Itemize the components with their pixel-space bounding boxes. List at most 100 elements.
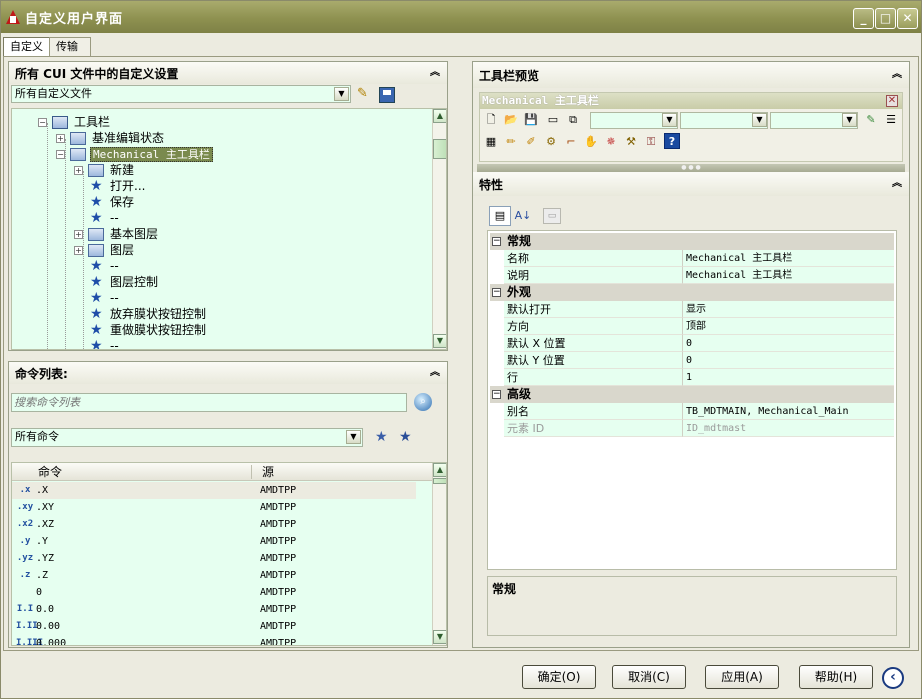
save-icon[interactable]: 💾 — [522, 111, 540, 128]
collapse-icon[interactable]: ︽ — [429, 67, 441, 79]
command-list-header[interactable]: 命令列表: ︽ — [9, 362, 447, 384]
sun-icon[interactable]: ✵ — [602, 133, 620, 150]
close-button[interactable]: ✕ — [897, 8, 918, 29]
redo-control-combo[interactable]: ▼ — [770, 112, 858, 129]
scroll-thumb[interactable] — [433, 478, 446, 484]
command-search-input[interactable] — [11, 393, 407, 412]
title-bar[interactable]: 自定义用户界面 _ □ ✕ — [1, 1, 921, 33]
calculator-icon[interactable]: ▦ — [482, 133, 500, 150]
expand-node-icon[interactable]: + — [74, 166, 83, 175]
lock-icon[interactable]: ⚿ — [642, 133, 660, 150]
new-command-icon[interactable]: ★ — [375, 430, 388, 444]
property-row-rows[interactable]: 行1 — [490, 369, 894, 386]
property-row-default-y[interactable]: 默认 Y 位置 0 — [490, 352, 894, 369]
table-row[interactable]: .yz .YZ AMDTPP — [12, 550, 416, 567]
toolbar-preview-header[interactable]: 工具栏预览 ︽ — [473, 62, 909, 88]
alphabetical-sort-icon[interactable]: A↓ — [513, 206, 533, 226]
property-row-orientation[interactable]: 方向 顶部 — [490, 318, 894, 335]
column-header-command[interactable]: 命令 — [38, 463, 62, 481]
expand-node-icon[interactable]: + — [56, 134, 65, 143]
collapse-node-icon[interactable]: − — [492, 237, 501, 246]
categorized-icon[interactable]: ▤ — [489, 206, 511, 226]
table-row[interactable]: I.II 0.00 AMDTPP — [12, 618, 416, 635]
collapse-icon[interactable]: ︽ — [891, 69, 903, 81]
command-search-field[interactable] — [12, 394, 406, 411]
table-row[interactable]: I.III 0.000 AMDTPP — [12, 635, 416, 645]
tab-customize[interactable]: 自定义 — [3, 37, 50, 58]
new-file-icon[interactable]: 🗋 — [482, 111, 500, 128]
window-icon[interactable]: ▭ — [544, 111, 562, 128]
expand-node-icon[interactable]: + — [74, 230, 83, 239]
properties-header[interactable]: 特性 ︽ — [473, 172, 909, 196]
scroll-up-icon[interactable]: ▲ — [433, 463, 446, 477]
undo-control-combo[interactable]: ▼ — [680, 112, 768, 129]
collapse-icon[interactable]: ︽ — [891, 178, 903, 190]
chevron-down-icon[interactable]: ▼ — [334, 87, 349, 101]
table-row[interactable]: .xy .XY AMDTPP — [12, 499, 416, 516]
property-row-aliases[interactable]: 别名 TB_MDTMAIN, Mechanical_Main — [490, 403, 894, 420]
close-icon[interactable]: ✕ — [886, 95, 898, 107]
table-row[interactable]: .x2 .XZ AMDTPP — [12, 516, 416, 533]
match-properties-icon[interactable]: ✎ — [862, 111, 880, 128]
apply-button[interactable]: 应用(A) — [705, 665, 779, 689]
pencil-icon[interactable]: ✏ — [502, 133, 520, 150]
column-header-source[interactable]: 源 — [262, 463, 274, 481]
scroll-thumb[interactable] — [433, 139, 446, 159]
tree-scrollbar[interactable]: ▲ ▼ — [432, 109, 446, 349]
tab-transfer[interactable]: 传输 — [49, 37, 91, 57]
open-folder-icon[interactable]: 📂 — [502, 111, 520, 128]
collapse-left-icon[interactable]: ‹ — [882, 667, 904, 689]
collapse-node-icon[interactable]: − — [492, 288, 501, 297]
scroll-down-icon[interactable]: ▼ — [433, 334, 446, 348]
chevron-down-icon[interactable]: ▼ — [752, 113, 767, 127]
property-row-default-x[interactable]: 默认 X 位置 0 — [490, 335, 894, 352]
command-filter-combo[interactable]: 所有命令 ▼ — [11, 428, 363, 447]
category-general[interactable]: − 常规 — [490, 233, 894, 250]
expand-node-icon[interactable]: + — [74, 246, 83, 255]
minimize-button[interactable]: _ — [853, 8, 874, 29]
new-command-icon[interactable]: ★ — [399, 430, 412, 444]
category-appearance[interactable]: − 外观 — [490, 284, 894, 301]
collapse-node-icon[interactable]: − — [492, 390, 501, 399]
splitter-grip[interactable]: ● ● ● — [477, 164, 905, 172]
category-advanced[interactable]: − 高级 — [490, 386, 894, 403]
pencil-edit-icon[interactable]: ✐ — [522, 133, 540, 150]
command-list-scrollbar[interactable]: ▲ ▼ — [432, 463, 446, 645]
cui-panel-header[interactable]: 所有 CUI 文件中的自定义设置 ︽ — [9, 62, 447, 84]
collapse-node-icon[interactable]: − — [56, 150, 65, 159]
property-row-default-display[interactable]: 默认打开 显示 — [490, 301, 894, 318]
property-pages-icon[interactable]: ▭ — [543, 208, 561, 224]
layer-icon[interactable]: ⧉ — [564, 111, 582, 128]
command-list-panel: 命令列表: ︽ ⌕ 所有命令 ▼ ★ ★ 命令 源 .x — [8, 361, 448, 648]
ok-button[interactable]: 确定(O) — [522, 665, 596, 689]
brush-icon[interactable]: ⚒ — [622, 133, 640, 150]
scroll-down-icon[interactable]: ▼ — [433, 630, 446, 644]
table-row[interactable]: .x .X AMDTPP — [12, 482, 416, 499]
table-row[interactable]: .z .Z AMDTPP — [12, 567, 416, 584]
chevron-down-icon[interactable]: ▼ — [842, 113, 857, 127]
help-icon[interactable]: ? — [664, 133, 680, 149]
transform-icon[interactable]: ⚙ — [542, 133, 560, 150]
maximize-button[interactable]: □ — [875, 8, 896, 29]
layer-control-combo[interactable]: ▼ — [590, 112, 678, 129]
table-row[interactable]: I.I 0.0 AMDTPP — [12, 601, 416, 618]
collapse-node-icon[interactable]: − — [38, 118, 47, 127]
dimension-icon[interactable]: ⌐ — [562, 133, 580, 150]
table-row[interactable]: 0 AMDTPP — [12, 584, 416, 601]
pan-icon[interactable]: ✋ — [582, 133, 600, 150]
property-row-description[interactable]: 说明 Mechanical 主工具栏 — [490, 267, 894, 284]
chevron-down-icon[interactable]: ▼ — [662, 113, 677, 127]
list-icon[interactable]: ☰ — [882, 111, 900, 128]
property-row-element-id[interactable]: 元素 ID ID_mdtmast — [490, 420, 894, 437]
search-icon[interactable]: ⌕ — [414, 393, 432, 411]
help-button[interactable]: 帮助(H) — [799, 665, 873, 689]
table-row[interactable]: .y .Y AMDTPP — [12, 533, 416, 550]
customization-file-combo[interactable]: 所有自定义文件 ▼ — [11, 85, 351, 103]
chevron-down-icon[interactable]: ▼ — [346, 430, 361, 444]
property-row-name[interactable]: 名称 Mechanical 主工具栏 — [490, 250, 894, 267]
cancel-button[interactable]: 取消(C) — [612, 665, 686, 689]
scroll-up-icon[interactable]: ▲ — [433, 109, 446, 123]
collapse-icon[interactable]: ︽ — [429, 367, 441, 379]
load-partial-customization-icon[interactable]: ✎ — [357, 86, 375, 103]
save-icon[interactable] — [379, 87, 395, 103]
